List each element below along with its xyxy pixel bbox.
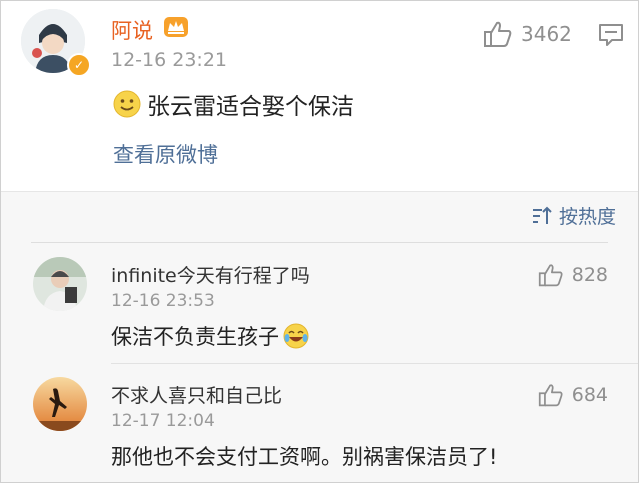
post-like-count: 3462: [521, 22, 572, 46]
post-text-content: 张云雷适合娶个保洁: [147, 94, 354, 120]
comment-like-count: 684: [571, 384, 608, 406]
thumbs-up-icon: [538, 384, 563, 407]
comment-like-button[interactable]: 828: [538, 263, 608, 287]
post-text: 张云雷适合娶个保洁: [113, 87, 354, 121]
weibo-post-frame: ✓ 阿说 12-16 23:21 3462 张云雷适合娶个保洁 查看原微博 按热…: [0, 0, 639, 483]
comment-text-content: 保洁不负责生孩子: [111, 325, 279, 349]
view-original-link[interactable]: 查看原微博: [113, 139, 218, 169]
post-like-button[interactable]: 3462: [483, 21, 572, 47]
smile-emoji: [113, 90, 141, 118]
comment-avatar[interactable]: [33, 257, 87, 311]
comment-icon[interactable]: [598, 23, 624, 47]
verified-icon: ✓: [67, 53, 91, 77]
comment-avatar[interactable]: [33, 377, 87, 431]
main-post: ✓ 阿说 12-16 23:21 3462 张云雷适合娶个保洁 查看原微博: [1, 1, 638, 191]
comment-username[interactable]: infinite今天有行程了吗: [111, 261, 310, 288]
avatar-silhouette: [33, 377, 87, 431]
laugh-cry-emoji: [283, 323, 309, 349]
comment-username[interactable]: 不求人喜只和自己比: [111, 381, 282, 408]
comment-text-content: 那他也不会支付工资啊。别祸害保洁员了!: [111, 445, 498, 469]
thumbs-up-icon: [538, 264, 563, 287]
sort-button[interactable]: 按热度: [531, 202, 616, 229]
comment-time: 12-16 23:53: [111, 291, 215, 311]
post-username[interactable]: 阿说: [111, 15, 153, 45]
comment-text: 那他也不会支付工资啊。别祸害保洁员了!: [111, 441, 497, 471]
comment-text: 保洁不负责生孩子: [111, 321, 309, 351]
thumbs-up-icon: [484, 21, 512, 47]
avatar-photo: [33, 257, 87, 311]
comment-item: 不求人喜只和自己比 12-17 12:04 684 那他也不会支付工资啊。别祸害…: [1, 363, 638, 482]
comment-item: infinite今天有行程了吗 12-16 23:53 828 保洁不负责生孩子: [1, 243, 638, 363]
comment-time: 12-17 12:04: [111, 411, 215, 431]
post-time: 12-16 23:21: [111, 49, 228, 71]
comment-like-button[interactable]: 684: [538, 383, 608, 407]
comment-like-count: 828: [571, 264, 608, 286]
sort-icon: [532, 206, 552, 224]
comments-area: 按热度 infinite今天有行程了吗 12-16 23:53 828 保洁不负…: [1, 191, 638, 482]
crown-icon: [164, 17, 188, 37]
sort-label: 按热度: [558, 206, 616, 228]
